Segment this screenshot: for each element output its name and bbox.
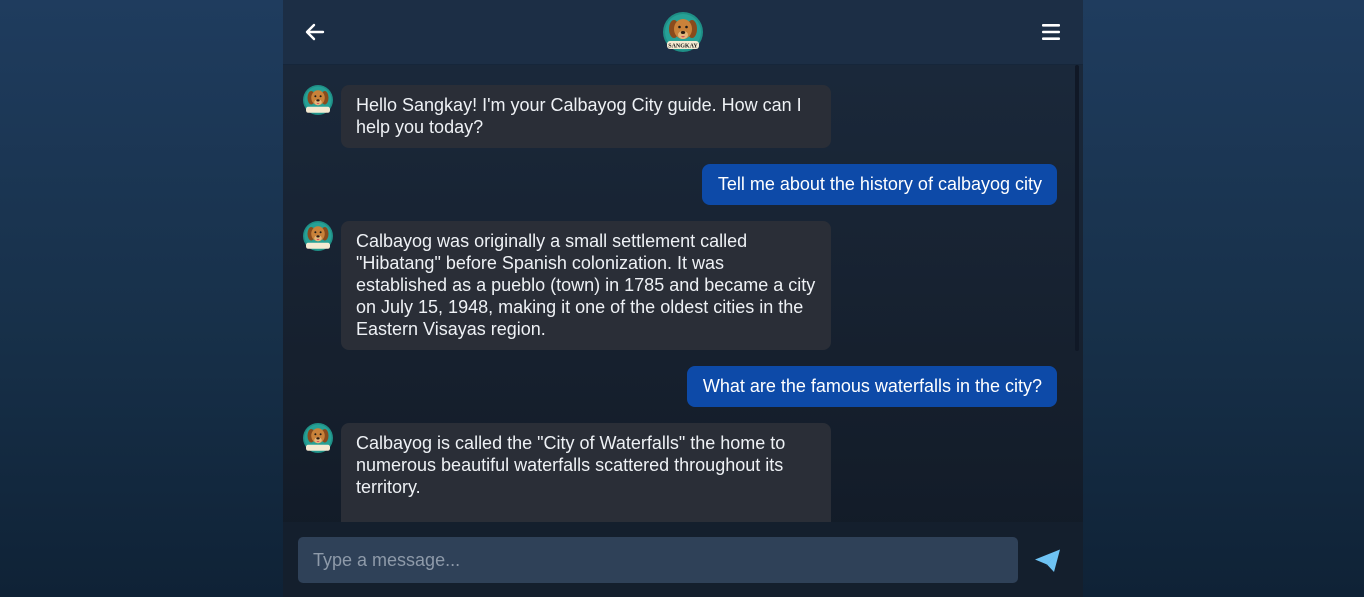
message-list[interactable]: Hello Sangkay! I'm your Calbayog City gu… <box>283 65 1083 522</box>
paper-plane-send-icon[interactable] <box>1034 548 1062 574</box>
chat-header: SANGKAY <box>283 0 1083 65</box>
arrow-left-icon[interactable] <box>303 20 327 44</box>
message-input[interactable] <box>298 537 1018 583</box>
bot-avatar <box>303 221 333 256</box>
bot-avatar <box>303 85 333 120</box>
scrollbar[interactable] <box>1075 65 1079 351</box>
avatar-logo-text: SANGKAY <box>668 44 698 50</box>
user-message-bubble: Tell me about the history of calbayog ci… <box>701 164 1057 205</box>
bot-message-bubble: Calbayog was originally a small settleme… <box>341 221 831 350</box>
bot-message-bubble: Hello Sangkay! I'm your Calbayog City gu… <box>341 85 831 148</box>
avatar: SANGKAY <box>663 12 703 57</box>
bot-message-bubble: Calbayog is called the "City of Waterfal… <box>341 423 831 522</box>
bot-avatar <box>303 423 333 458</box>
composer <box>283 522 1083 597</box>
user-message-bubble: What are the famous waterfalls in the ci… <box>686 366 1057 407</box>
chat-app: SANGKAY Hello Sangkay! I'm your Calbayog… <box>283 0 1083 597</box>
hamburger-menu-icon[interactable] <box>1041 22 1061 42</box>
